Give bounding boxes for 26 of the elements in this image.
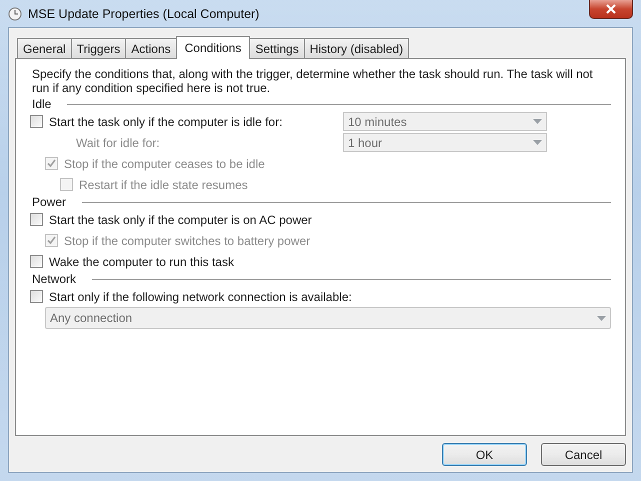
tab[interactable]: General [17, 38, 72, 58]
checkbox[interactable]: Start the task only if the computer is on AC power [30, 212, 312, 226]
checkbox[interactable]: Start the task only if the computer is idle for: [30, 114, 282, 128]
close-icon [606, 4, 616, 14]
checkbox[interactable]: Wake the computer to run this task [30, 254, 234, 268]
tab[interactable]: Actions [125, 38, 177, 58]
dialog-button[interactable]: OK [442, 443, 527, 466]
description-text: Specify the conditions that, along with the trigger, determine whether the task should run. The task will not run if any condition specified here is not true. [31, 67, 594, 95]
dropdown-arrow-icon [533, 119, 542, 124]
check-icon [47, 159, 56, 168]
window-title: MSE Update Properties (Local Computer) [28, 6, 260, 20]
section-title: Network [31, 272, 78, 286]
clock-icon [8, 6, 22, 20]
close-button[interactable] [589, 0, 633, 19]
section-title: Power [31, 195, 68, 209]
field-label: Wait for idle for: [75, 136, 160, 150]
checkbox[interactable]: Start only if the following network connection is available: [30, 290, 352, 304]
section-title: Idle [31, 97, 52, 111]
tab[interactable]: History (disabled) [304, 38, 410, 58]
dialog-button[interactable]: Cancel [541, 443, 626, 466]
dropdown-arrow-icon [533, 140, 542, 145]
tab[interactable]: Triggers [70, 38, 126, 58]
tab[interactable]: Settings [249, 38, 305, 58]
dropdown-arrow-icon [597, 316, 606, 320]
tab[interactable]: Conditions [176, 36, 250, 59]
check-icon [47, 236, 56, 245]
